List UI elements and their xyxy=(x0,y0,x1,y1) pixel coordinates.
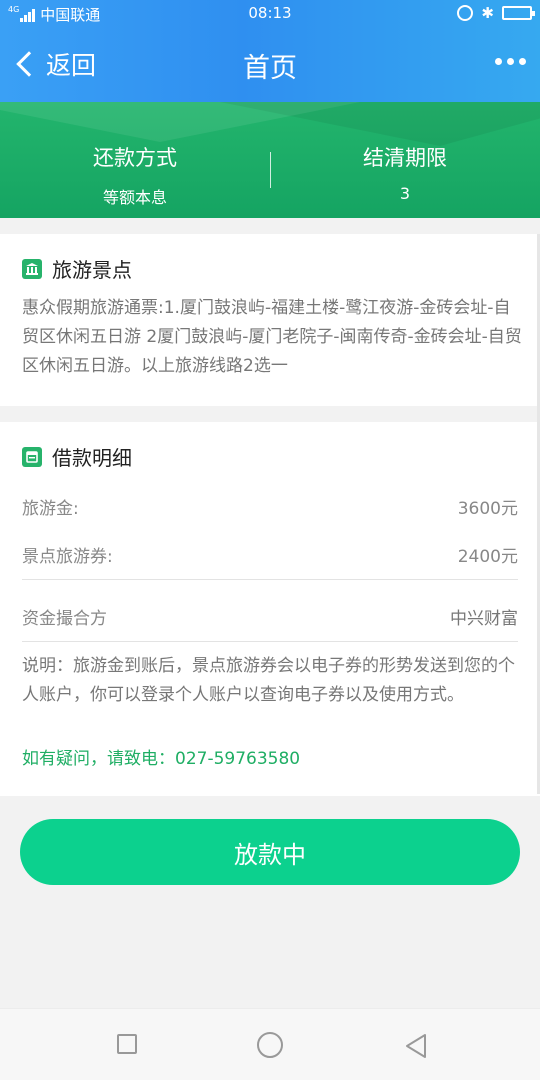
recent-apps-icon[interactable] xyxy=(117,1034,137,1054)
document-icon xyxy=(22,446,42,467)
bluetooth-icon: ✱ xyxy=(481,4,494,22)
home-icon[interactable] xyxy=(257,1032,283,1058)
back-triangle-icon[interactable] xyxy=(404,1033,428,1063)
more-dots-icon[interactable] xyxy=(490,58,526,65)
status-bar: 4G 中国联通 08:13 ✱ xyxy=(0,0,540,28)
lock-rotation-icon xyxy=(457,5,474,21)
status-right: ✱ xyxy=(457,4,535,22)
repay-method-block: 还款方式 等额本息 xyxy=(0,142,270,208)
battery-icon xyxy=(502,6,535,20)
row-label: 资金撮合方 xyxy=(22,608,107,629)
row-value: 2400元 xyxy=(457,546,518,567)
loan-detail-card: 借款明细 旅游金: 3600元 景点旅游券: 2400元 资金撮合方 中兴财富 … xyxy=(0,422,540,796)
page-title: 首页 xyxy=(243,53,297,84)
loan-row-funder: 资金撮合方 中兴财富 xyxy=(22,590,518,642)
repay-method-label: 还款方式 xyxy=(93,146,177,170)
loan-header: 借款明细 xyxy=(22,442,132,471)
attraction-title: 旅游景点 xyxy=(52,258,132,282)
top-bar: 4G 中国联通 08:13 ✱ 返回 首页 xyxy=(0,0,540,102)
loan-row-voucher: 景点旅游券: 2400元 xyxy=(22,528,518,580)
term-value: 3 xyxy=(399,184,411,203)
row-divider xyxy=(22,579,518,580)
repay-method-value: 等额本息 xyxy=(102,188,167,207)
loan-note: 说明：旅游金到账后，景点旅游券会以电子券的形势发送到您的个人账户，你可以登录个人… xyxy=(22,656,515,705)
term-block: 结清期限 3 xyxy=(270,142,540,203)
bank-building-icon xyxy=(22,258,42,279)
row-value: 中兴财富 xyxy=(450,608,518,629)
loan-title: 借款明细 xyxy=(52,446,132,470)
row-label: 旅游金: xyxy=(22,498,79,519)
attraction-card: 旅游景点 惠众假期旅游通票:1.厦门鼓浪屿-福建土楼-鹭江夜游-金砖会址-自贸区… xyxy=(0,234,540,406)
row-divider xyxy=(22,641,518,642)
disbursing-button[interactable]: 放款中 xyxy=(20,819,520,885)
loan-row-travel-fund: 旅游金: 3600元 xyxy=(22,480,518,532)
attraction-header: 旅游景点 xyxy=(22,254,132,283)
row-value: 3600元 xyxy=(457,498,518,519)
nav-header: 返回 首页 xyxy=(0,28,540,102)
term-label: 结清期限 xyxy=(363,146,447,170)
repayment-summary: 还款方式 等额本息 结清期限 3 xyxy=(0,102,540,218)
hotline-link[interactable]: 如有疑问，请致电：027-59763580 xyxy=(22,744,300,769)
row-label: 景点旅游券: xyxy=(22,546,113,567)
system-nav-bar xyxy=(0,1008,540,1080)
attraction-description: 惠众假期旅游通票:1.厦门鼓浪屿-福建土楼-鹭江夜游-金砖会址-自贸区休闲五日游… xyxy=(22,298,522,376)
